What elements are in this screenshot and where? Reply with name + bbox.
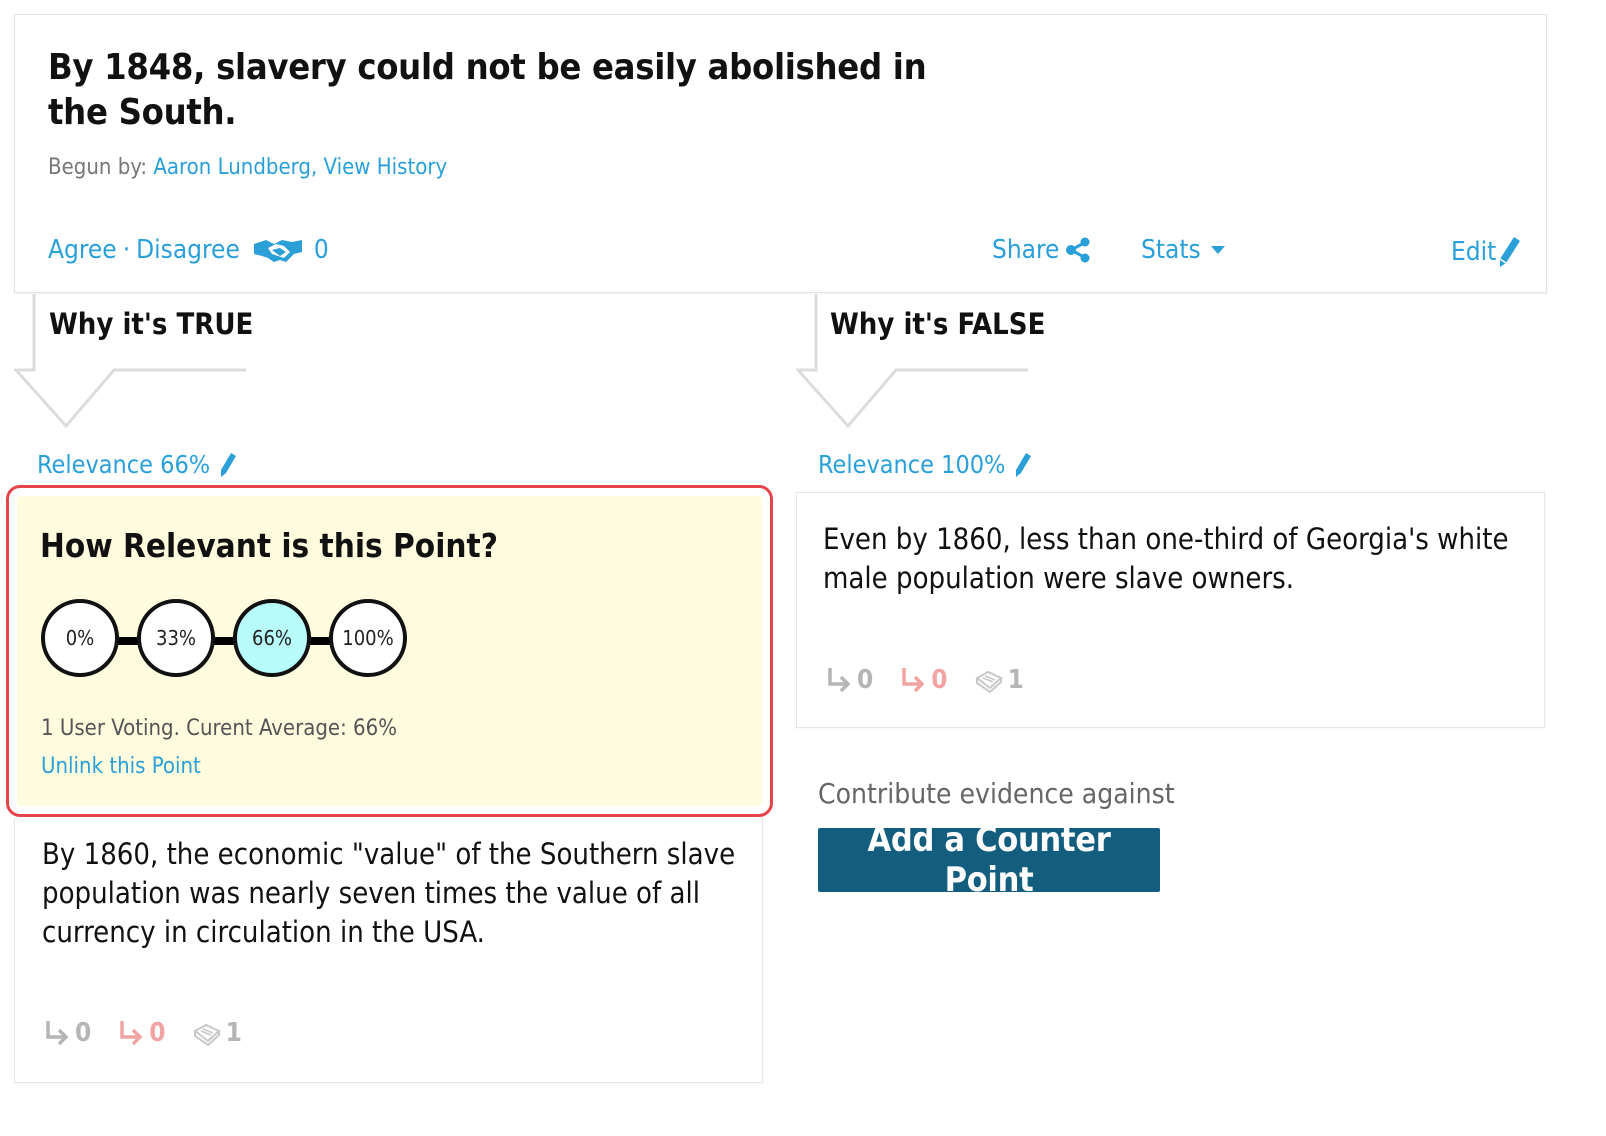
stats-label: Stats [1141, 235, 1201, 265]
point-card-false[interactable]: Even by 1860, less than one-third of Geo… [796, 492, 1545, 728]
vote-count: 0 [313, 235, 329, 265]
share-label: Share [992, 235, 1060, 265]
agree-link[interactable]: Agree [48, 235, 117, 265]
disagree-link[interactable]: Disagree [136, 235, 240, 265]
pencil-icon [1499, 237, 1521, 267]
book-icon [192, 1023, 221, 1047]
relevance-option-66[interactable]: 66% [233, 599, 311, 677]
supporting-count[interactable]: 0 [43, 1018, 91, 1048]
sources-count[interactable]: 1 [974, 665, 1024, 695]
relevance-vote-panel: How Relevant is this Point? 0% 33% 66% 1… [6, 485, 773, 817]
supporting-arrow-icon [46, 1021, 69, 1046]
add-counter-point-button[interactable]: Add a Counter Point [818, 820, 1160, 900]
edit-label: Edit [1451, 237, 1497, 267]
relevance-link-false[interactable]: Relevance 100% [818, 450, 1033, 479]
scale-connector [81, 637, 371, 645]
contribute-label: Contribute evidence against [818, 777, 1175, 810]
point-text: By 1860, the economic "value" of the Sou… [42, 837, 736, 949]
separator: · [122, 235, 131, 265]
point-stats: 0 0 1 [825, 665, 1050, 695]
why-false-header: Why it's FALSE [830, 307, 1046, 341]
sources-count[interactable]: 1 [192, 1018, 242, 1048]
relevance-option-100[interactable]: 100% [329, 599, 407, 677]
relevance-option-33[interactable]: 33% [137, 599, 215, 677]
why-true-header: Why it's TRUE [49, 307, 254, 341]
pencil-icon [221, 452, 237, 477]
counter-count[interactable]: 0 [117, 1018, 166, 1048]
share-icon [1066, 237, 1090, 263]
relevance-label: Relevance 66% [37, 450, 211, 479]
begun-by: Begun by: Aaron Lundberg, View History [48, 155, 448, 180]
relevance-vote-inner: How Relevant is this Point? 0% 33% 66% 1… [17, 496, 762, 806]
relevance-option-0[interactable]: 0% [41, 599, 119, 677]
author-link[interactable]: Aaron Lundberg [153, 155, 311, 180]
edit-button[interactable]: Edit [1451, 235, 1522, 269]
handshake-icon [253, 240, 302, 262]
relevance-label: Relevance 100% [818, 450, 1006, 479]
counter-arrow-icon [902, 668, 925, 693]
counter-count[interactable]: 0 [899, 665, 948, 695]
supporting-arrow-icon [828, 668, 851, 693]
caret-down-icon [1210, 246, 1225, 254]
relevance-scale: 0% 33% 66% 100% [41, 596, 421, 686]
claim-card: By 1848, slavery could not be easily abo… [14, 14, 1547, 293]
pencil-icon [1016, 452, 1032, 477]
point-card-true[interactable]: By 1860, the economic "value" of the Sou… [14, 818, 763, 1083]
claim-title: By 1848, slavery could not be easily abo… [48, 47, 927, 133]
share-button[interactable]: Share [992, 235, 1091, 265]
begun-by-label: Begun by: [48, 155, 148, 180]
agree-disagree-row: Agree · Disagree 0 [48, 235, 329, 265]
point-text: Even by 1860, less than one-third of Geo… [823, 522, 1509, 595]
supporting-count[interactable]: 0 [825, 665, 873, 695]
book-icon [974, 670, 1003, 694]
voting-summary: 1 User Voting. Curent Average: 66% [41, 716, 398, 741]
counter-arrow-icon [120, 1021, 143, 1046]
point-stats: 0 0 1 [43, 1018, 268, 1048]
view-history-link[interactable]: View History [324, 155, 448, 180]
unlink-point-link[interactable]: Unlink this Point [41, 754, 201, 779]
stats-dropdown[interactable]: Stats [1141, 235, 1225, 265]
relevance-question: How Relevant is this Point? [40, 526, 498, 565]
relevance-link-true[interactable]: Relevance 66% [37, 450, 238, 479]
